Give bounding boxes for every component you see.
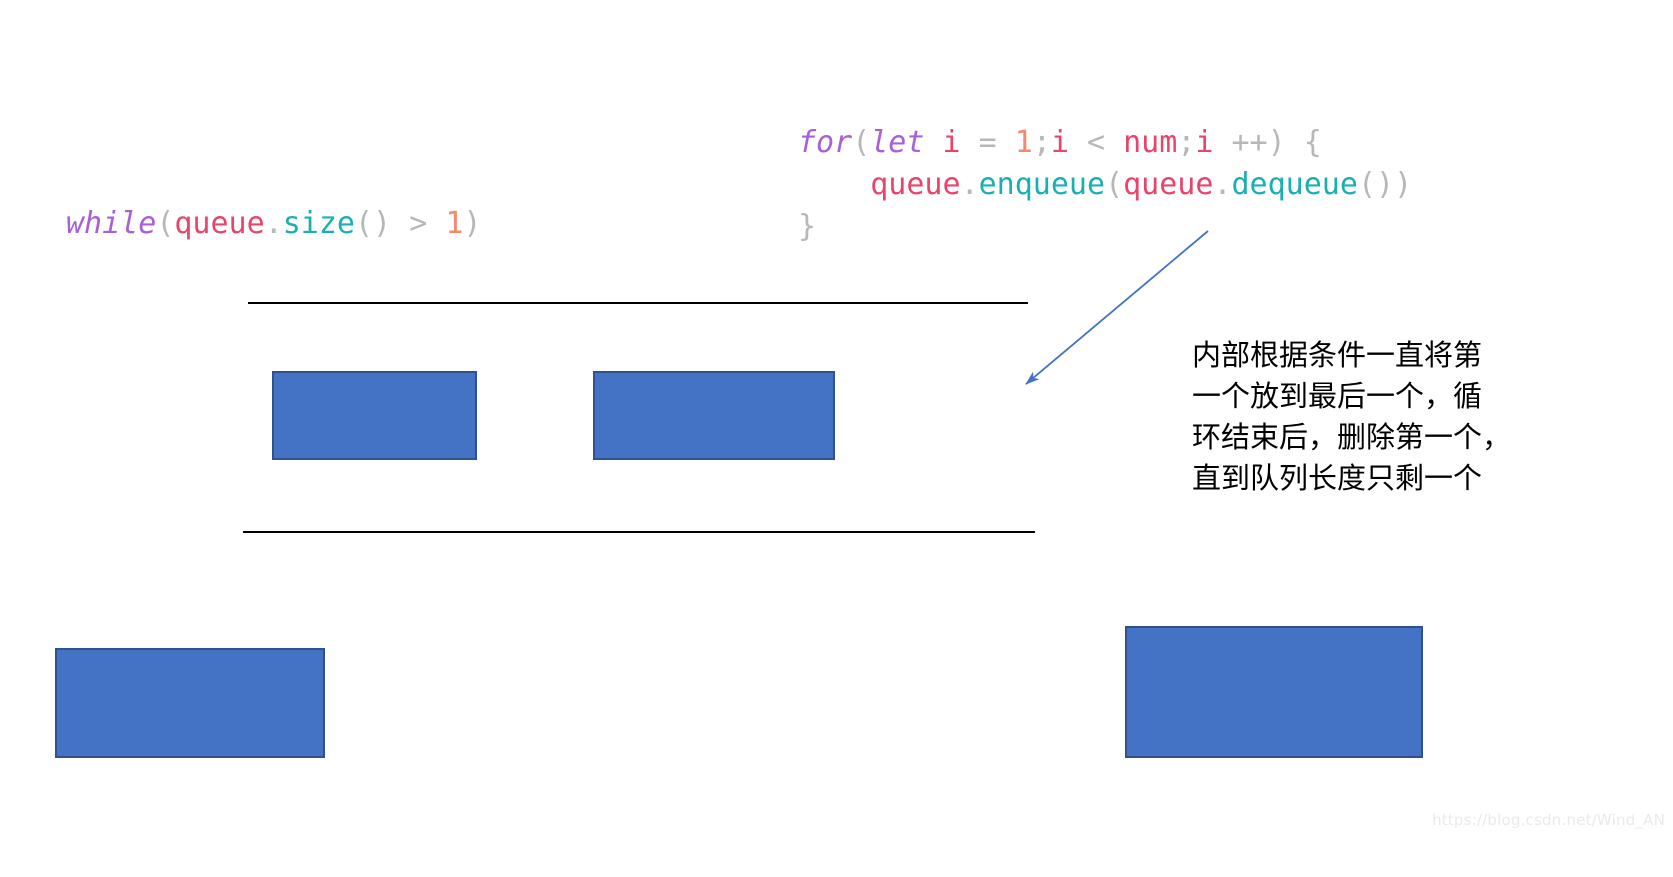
body-object-queue-outer: queue: [870, 167, 961, 202]
for-close-paren: ): [1267, 125, 1286, 160]
while-close-paren: ): [463, 206, 482, 241]
for-semicolon-2: ;: [1177, 125, 1196, 160]
queue-item-4: [1125, 626, 1423, 758]
while-operator-gt: >: [409, 206, 428, 241]
while-space-a: [391, 206, 409, 241]
body-call-parens: (): [1357, 167, 1395, 202]
while-object-queue: queue: [174, 206, 265, 241]
divider-bottom: [243, 531, 1035, 533]
for-space-d: [1069, 125, 1087, 160]
for-operator-lt: <: [1087, 125, 1106, 160]
while-open-paren: (: [156, 206, 175, 241]
body-open-paren-outer: (: [1105, 167, 1124, 202]
code-while-statement: while(queue.size() > 1): [66, 203, 481, 245]
queue-item-3: [55, 648, 325, 758]
for-close-brace: }: [798, 209, 817, 244]
for-increment-operator: ++: [1231, 125, 1268, 160]
for-open-brace: {: [1303, 125, 1322, 160]
body-dot-inner: .: [1213, 167, 1232, 202]
keyword-let: let: [870, 125, 925, 160]
for-semicolon-1: ;: [1032, 125, 1051, 160]
for-var-i-init: i: [942, 125, 961, 160]
for-open-paren: (: [852, 125, 871, 160]
while-dot: .: [264, 206, 283, 241]
divider-top: [248, 302, 1028, 304]
for-number-1: 1: [1014, 125, 1033, 160]
for-space-g: [1286, 125, 1304, 160]
body-method-dequeue: dequeue: [1231, 167, 1358, 202]
while-space-b: [427, 206, 445, 241]
annotation-description: 内部根据条件一直将第 一个放到最后一个，循 环结束后，删除第一个， 直到队列长度…: [1192, 338, 1512, 495]
for-space-e: [1105, 125, 1123, 160]
while-method-size: size: [282, 206, 355, 241]
body-close-paren-outer: ): [1394, 167, 1413, 202]
for-space-c: [997, 125, 1015, 160]
for-var-i-step: i: [1195, 125, 1214, 160]
body-method-enqueue: enqueue: [978, 167, 1106, 202]
for-var-num: num: [1123, 125, 1178, 160]
while-call-parens: (): [355, 206, 392, 241]
for-space-a: [924, 125, 942, 160]
while-number-1: 1: [445, 206, 464, 241]
body-dot-outer: .: [960, 167, 979, 202]
keyword-for: for: [798, 125, 853, 160]
diagram-canvas: while(queue.size() > 1) for(let i = 1;i …: [0, 0, 1673, 877]
keyword-while: while: [66, 206, 157, 241]
watermark-url: https://blog.csdn.net/Wind_AN: [1432, 811, 1665, 829]
for-var-i-cond: i: [1050, 125, 1069, 160]
queue-item-1: [272, 371, 477, 460]
for-line-2: queue.enqueue(queue.dequeue()): [798, 164, 1412, 206]
for-space-f: [1213, 125, 1231, 160]
for-space-b: [961, 125, 979, 160]
for-line-1: for(let i = 1;i < num;i ++) {: [798, 122, 1412, 164]
queue-item-2: [593, 371, 835, 460]
body-object-queue-inner: queue: [1123, 167, 1214, 202]
for-assign-operator: =: [978, 125, 997, 160]
